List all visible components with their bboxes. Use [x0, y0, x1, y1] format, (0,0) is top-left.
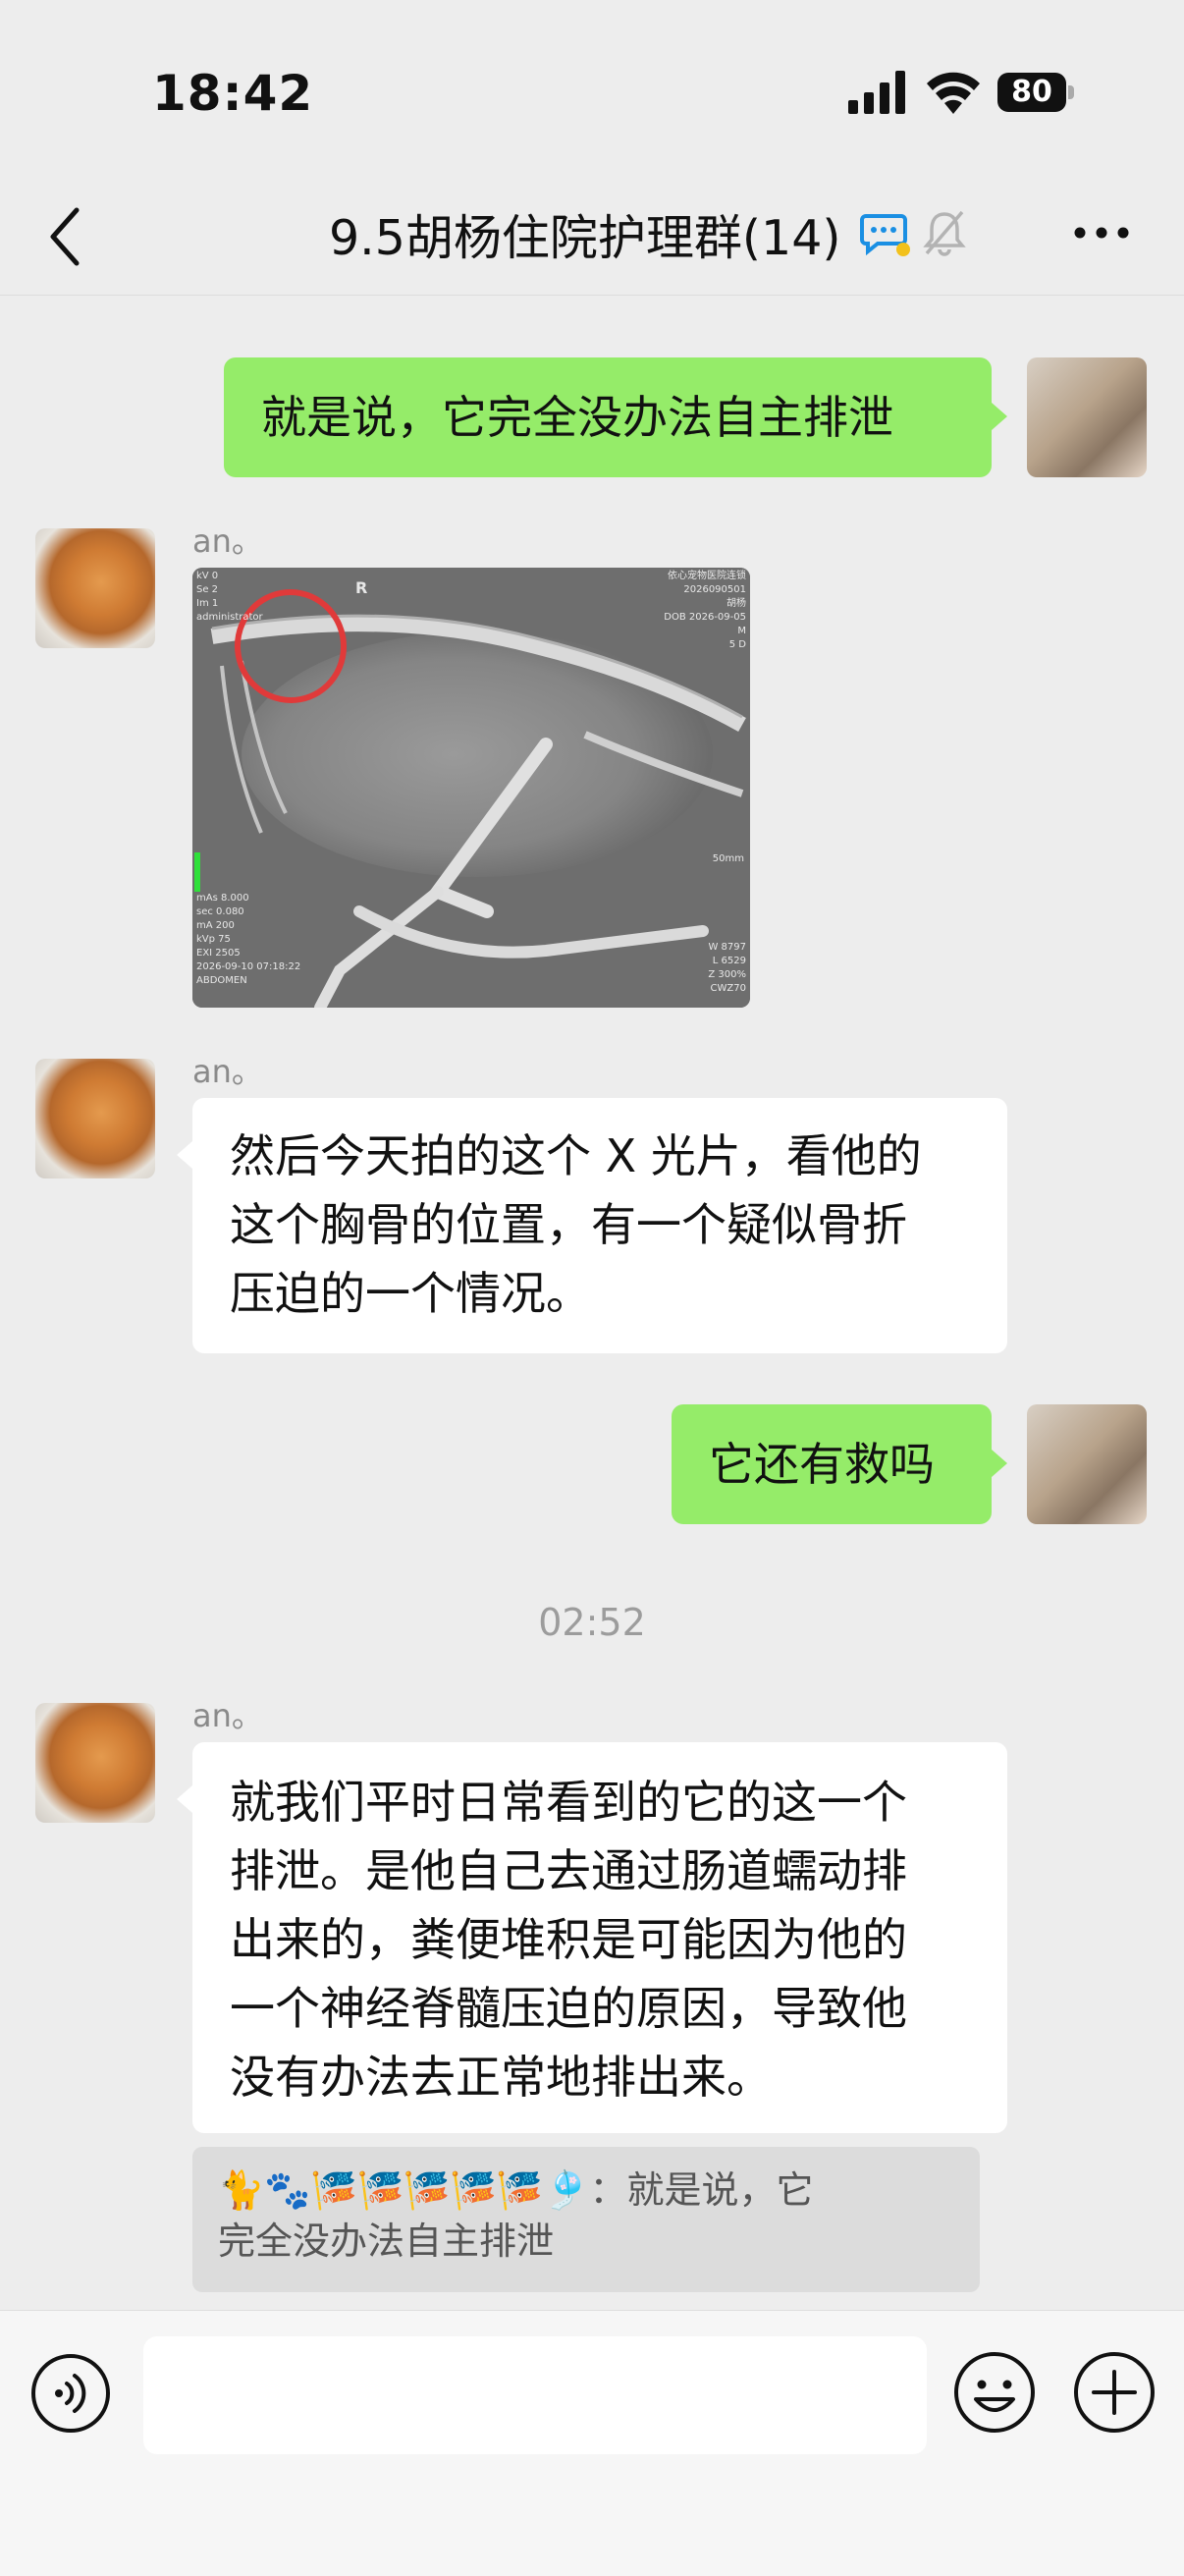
- battery-icon: 80: [997, 73, 1074, 114]
- xray-label-top-right: 依心宠物医院连锁 2026090501 胡杨 DOB 2026-09-05 M …: [664, 571, 746, 650]
- message-input[interactable]: [143, 2336, 927, 2454]
- bubble-tail: [177, 1141, 192, 1169]
- sender-avatar[interactable]: [35, 1703, 155, 1823]
- status-bar: 18:42 80: [0, 0, 1184, 187]
- message-line: 排泄。是他自己去通过肠道蠕动排: [230, 1844, 907, 1897]
- sender-name: an。: [192, 522, 263, 560]
- sender-name: an。: [192, 1053, 263, 1090]
- input-bar: [0, 2310, 1184, 2576]
- sender-avatar[interactable]: [35, 1059, 155, 1178]
- quote-text-line2: 完全没办法自主排泄: [218, 2220, 555, 2263]
- bubble-tail: [992, 403, 1007, 430]
- sender-avatar[interactable]: [35, 528, 155, 648]
- message-text: 它还有救吗: [709, 1438, 935, 1491]
- message-line: 出来的，粪便堆积是可能因为他的: [230, 1913, 907, 1966]
- battery-level: 80: [1011, 75, 1052, 109]
- message-bubble-self[interactable]: 它还有救吗: [672, 1404, 992, 1524]
- sender-name: an。: [192, 1697, 263, 1734]
- message-bubble-self[interactable]: 就是说，它完全没办法自主排泄: [224, 357, 992, 477]
- more-options-icon[interactable]: [1070, 208, 1133, 257]
- message-line: 压迫的一个情况。: [230, 1267, 591, 1320]
- message-line: 没有办法去正常地排出来。: [230, 2051, 772, 2104]
- message-bubble-other[interactable]: 就我们平时日常看到的它的这一个 排泄。是他自己去通过肠道蠕动排 出来的，粪便堆积…: [192, 1742, 1007, 2133]
- wifi-icon: [927, 72, 980, 114]
- xray-marker: R: [355, 578, 368, 597]
- status-time: 18:42: [152, 65, 314, 122]
- quoted-message[interactable]: 🐈🐾🎏🎏🎏🎏🎏🎐：就是说，它 完全没办法自主排泄: [192, 2147, 980, 2292]
- voice-input-icon[interactable]: [29, 2352, 112, 2435]
- message-line: 一个神经脊髓压迫的原因，导致他: [230, 1982, 907, 2035]
- xray-label-top-left: kV 0 Se 2 Im 1 administrator: [196, 571, 263, 623]
- self-avatar[interactable]: [1027, 357, 1147, 477]
- message-bubble-other[interactable]: 然后今天拍的这个 X 光片，看他的 这个胸骨的位置，有一个疑似骨折 压迫的一个情…: [192, 1098, 1007, 1353]
- emoji-icon[interactable]: [952, 2350, 1037, 2435]
- message-timestamp: 02:52: [538, 1601, 646, 1644]
- bubble-tail: [992, 1450, 1007, 1477]
- xray-label-bottom-right: W 8797 L 6529 Z 300% CWZ70: [708, 942, 746, 994]
- add-icon[interactable]: [1072, 2350, 1157, 2435]
- back-arrow-icon[interactable]: [45, 206, 84, 267]
- bubble-tail: [177, 1785, 192, 1813]
- xray-label-bottom-left: mAs 8.000 sec 0.080 mA 200 kVp 75 EXI 25…: [196, 893, 301, 986]
- mute-bell-icon: [923, 210, 966, 256]
- chat-header: 9.5胡杨住院护理群(14): [0, 187, 1184, 296]
- message-line: 这个胸骨的位置，有一个疑似骨折: [230, 1198, 907, 1251]
- chat-title: 9.5胡杨住院护理群(14): [329, 210, 841, 266]
- quote-prefix: 🐈🐾🎏🎏🎏🎏🎏🎐：: [218, 2168, 627, 2212]
- message-line: 就我们平时日常看到的它的这一个: [230, 1776, 907, 1829]
- quote-text-line1: 就是说，它: [626, 2168, 814, 2212]
- xray-image[interactable]: kV 0 Se 2 Im 1 administrator 依心宠物医院连锁 20…: [192, 568, 750, 1008]
- message-line: 然后今天拍的这个 X 光片，看他的: [230, 1129, 922, 1182]
- message-text: 就是说，它完全没办法自主排泄: [261, 391, 893, 444]
- cellular-signal-icon: [848, 71, 905, 114]
- group-chat-icon: [860, 214, 910, 256]
- self-avatar[interactable]: [1027, 1404, 1147, 1524]
- xray-scale: 50mm: [712, 853, 744, 864]
